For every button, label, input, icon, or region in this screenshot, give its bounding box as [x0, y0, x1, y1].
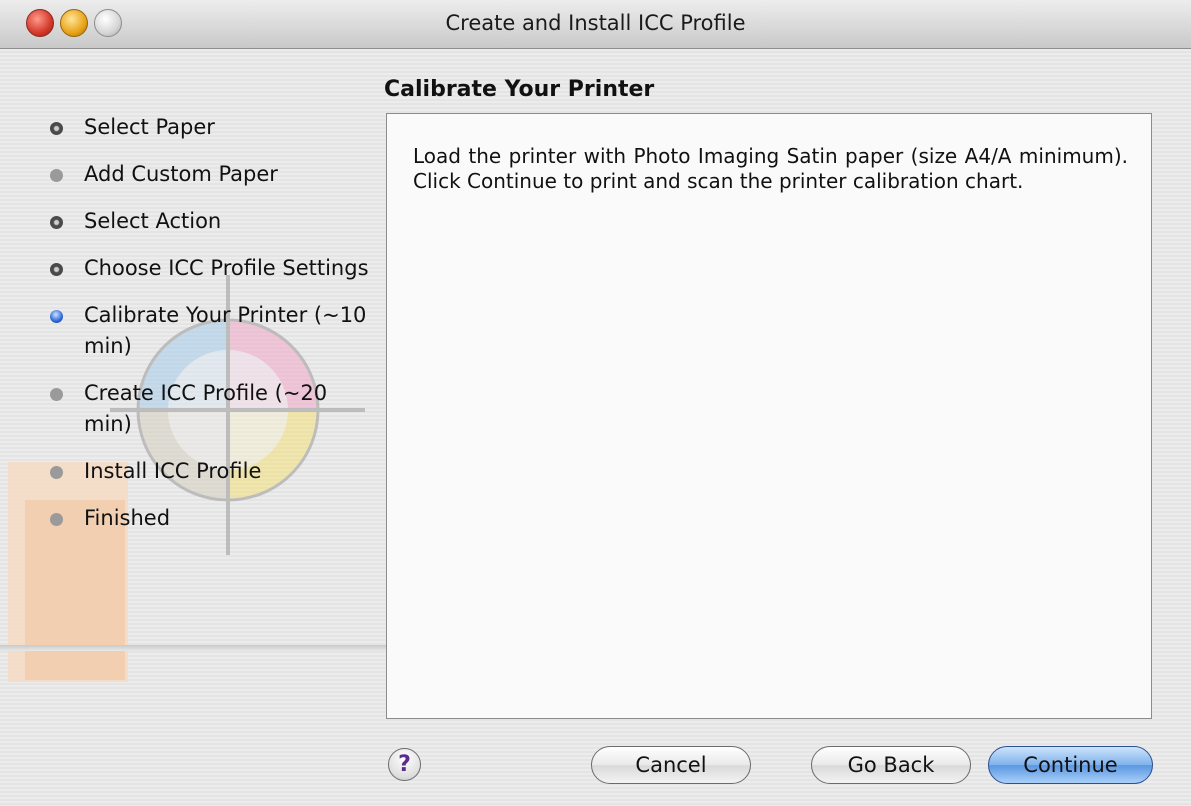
- instructions-text: Load the printer with Photo Imaging Sati…: [413, 144, 1128, 193]
- step-select-action: Select Action: [0, 206, 370, 237]
- step-calibrate-printer: Calibrate Your Printer (~10 min): [0, 300, 370, 362]
- step-current-icon: [50, 310, 63, 323]
- step-label: Calibrate Your Printer (~10 min): [84, 303, 367, 358]
- step-label: Install ICC Profile: [84, 459, 262, 483]
- wizard-window: Create and Install ICC Profile Select Pa…: [0, 0, 1191, 806]
- title-bar[interactable]: Create and Install ICC Profile: [0, 0, 1191, 49]
- step-label: Add Custom Paper: [84, 162, 278, 186]
- step-pending-icon: [50, 466, 63, 479]
- instructions-panel: Load the printer with Photo Imaging Sati…: [386, 113, 1152, 719]
- step-label: Choose ICC Profile Settings: [84, 256, 369, 280]
- step-select-paper: Select Paper: [0, 112, 370, 143]
- help-button[interactable]: ?: [388, 748, 421, 781]
- step-label: Finished: [84, 506, 171, 530]
- step-create-icc-profile: Create ICC Profile (~20 min): [0, 378, 370, 440]
- step-finished: Finished: [0, 503, 370, 534]
- step-pending-icon: [50, 388, 63, 401]
- cancel-button[interactable]: Cancel: [591, 746, 751, 784]
- shelf-graphic: [0, 645, 390, 651]
- step-label: Create ICC Profile (~20 min): [84, 381, 328, 436]
- step-install-icc-profile: Install ICC Profile: [0, 456, 370, 487]
- step-done-icon: [50, 263, 63, 276]
- window-title: Create and Install ICC Profile: [445, 11, 746, 35]
- step-label: Select Action: [84, 209, 222, 233]
- continue-button[interactable]: Continue: [988, 746, 1153, 784]
- panel-title: Calibrate Your Printer: [384, 77, 655, 102]
- step-pending-icon: [50, 513, 63, 526]
- step-add-custom-paper: Add Custom Paper: [0, 159, 370, 190]
- step-choose-icc-settings: Choose ICC Profile Settings: [0, 253, 370, 284]
- step-done-icon: [50, 216, 63, 229]
- wizard-steps-list: Select Paper Add Custom Paper Select Act…: [0, 112, 370, 534]
- go-back-button[interactable]: Go Back: [811, 746, 971, 784]
- step-label: Select Paper: [84, 115, 215, 139]
- step-done-icon: [50, 122, 63, 135]
- step-pending-icon: [50, 169, 63, 182]
